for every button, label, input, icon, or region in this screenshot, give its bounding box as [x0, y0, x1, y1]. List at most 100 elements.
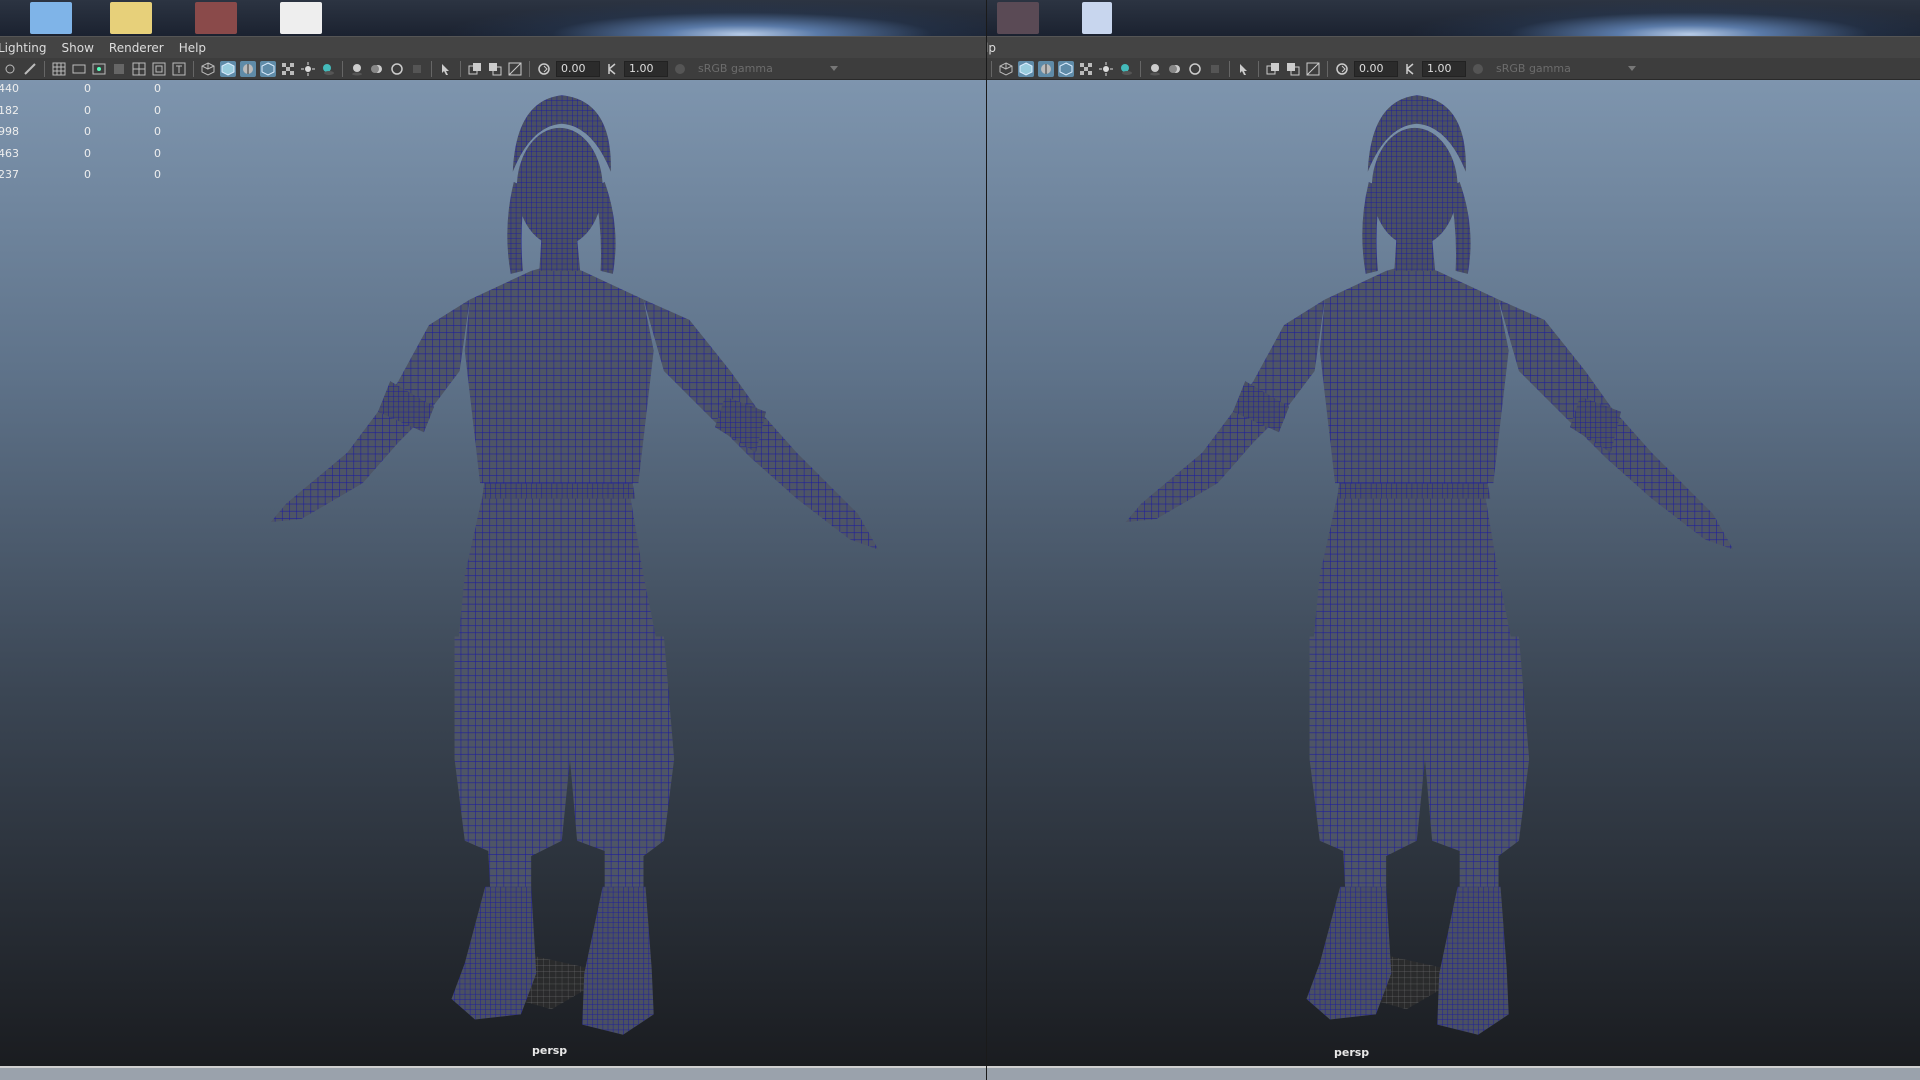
toolbar-separator — [431, 60, 432, 77]
hud-value: 0 — [84, 146, 91, 160]
ambient-occlusion-icon[interactable] — [1147, 61, 1163, 77]
smooth-shade-icon[interactable] — [220, 60, 236, 77]
field-chart-icon[interactable] — [131, 61, 147, 77]
toolbar-separator — [193, 60, 194, 77]
hud-value: 182 — [0, 103, 19, 117]
camera-label: persp — [532, 1044, 568, 1057]
toolbar-separator — [1229, 60, 1230, 77]
checker-icon[interactable] — [280, 61, 296, 77]
color-space-select[interactable]: sRGB gamma — [692, 60, 842, 77]
smooth-shade-icon[interactable] — [1018, 60, 1034, 77]
toolbar-separator — [342, 60, 343, 77]
hud-value: 998 — [0, 125, 19, 138]
light-icon[interactable] — [300, 61, 316, 77]
xray-joints-icon[interactable] — [1285, 61, 1301, 77]
thumbnail[interactable] — [280, 2, 322, 34]
resolution-gate-icon[interactable] — [91, 61, 107, 77]
shadows-icon[interactable] — [320, 61, 336, 77]
viewport-3d-back[interactable]: persp — [987, 80, 1920, 1066]
hud-value: 0 — [84, 82, 91, 95]
thumbnail[interactable] — [1082, 2, 1112, 34]
wireframe-on-shaded-icon[interactable] — [240, 60, 256, 77]
hud-value: 237 — [0, 168, 19, 181]
motion-blur-icon[interactable] — [1167, 61, 1183, 77]
character-mesh-back[interactable] — [1067, 85, 1787, 1045]
xray-icon[interactable] — [1265, 61, 1281, 77]
toolbar-separator — [1140, 60, 1141, 77]
hud-row: 463 0 0 — [0, 145, 180, 167]
wireframe-on-shaded-icon[interactable] — [1038, 60, 1054, 77]
xray-joints-icon[interactable] — [487, 61, 503, 77]
panel-menu-bar: lp — [987, 36, 1920, 58]
pencil-icon[interactable] — [22, 61, 38, 77]
shadows-icon[interactable] — [1118, 61, 1134, 77]
gamma-field[interactable]: 1.00 — [624, 60, 668, 77]
anti-alias-icon[interactable] — [389, 61, 405, 77]
hud-value: 0 — [84, 125, 91, 138]
toolbar-separator — [1258, 60, 1259, 77]
thumbnail[interactable] — [195, 2, 237, 34]
exposure-field[interactable]: 0.00 — [1354, 60, 1398, 77]
color-management-icon[interactable] — [672, 61, 688, 77]
exposure-icon[interactable] — [536, 61, 552, 77]
right-viewport-panel: lp 0.00 1.00 sRGB gamma — [987, 0, 1920, 1080]
safe-action-icon[interactable] — [151, 61, 167, 77]
exposure-icon[interactable] — [1334, 61, 1350, 77]
grid-icon[interactable] — [51, 61, 67, 77]
thumbnail[interactable] — [110, 2, 152, 34]
exposure-field[interactable]: 0.00 — [556, 60, 600, 77]
film-gate-icon[interactable] — [71, 61, 87, 77]
cube-icon[interactable] — [998, 61, 1014, 77]
chevron-down-icon — [1628, 65, 1636, 71]
anti-alias-icon[interactable] — [1187, 61, 1203, 77]
toolbar-separator — [991, 60, 992, 77]
select-camera-icon[interactable] — [2, 61, 18, 77]
depth-of-field-icon[interactable] — [1207, 61, 1223, 77]
hud-value: 0 — [154, 82, 161, 95]
hud-value: 0 — [154, 125, 161, 138]
textured-icon[interactable] — [260, 60, 276, 77]
camera-label: persp — [1334, 1046, 1370, 1059]
xray-icon[interactable] — [467, 61, 483, 77]
hud-value: 0 — [84, 103, 91, 117]
viewport-status-bar — [0, 1066, 986, 1080]
motion-blur-icon[interactable] — [369, 61, 385, 77]
hud-row: 237 0 0 — [0, 166, 180, 188]
menu-show[interactable]: Show — [62, 41, 94, 55]
cube-icon[interactable] — [200, 61, 216, 77]
checker-icon[interactable] — [1078, 61, 1094, 77]
isolate-icon[interactable] — [438, 61, 454, 77]
isolate-icon[interactable] — [1236, 61, 1252, 77]
hud-value: 0 — [84, 168, 91, 181]
menu-lighting[interactable]: Lighting — [0, 41, 47, 55]
color-space-value: sRGB gamma — [698, 61, 773, 75]
xray-components-icon[interactable] — [1305, 61, 1321, 77]
panel-toolbar: 0.00 1.00 sRGB gamma — [0, 58, 986, 80]
menu-renderer[interactable]: Renderer — [109, 41, 164, 55]
safe-title-icon[interactable] — [171, 61, 187, 77]
gamma-icon[interactable] — [1402, 61, 1418, 77]
character-mesh-front[interactable] — [212, 85, 932, 1045]
ambient-occlusion-icon[interactable] — [349, 61, 365, 77]
menu-help[interactable]: Help — [179, 41, 206, 55]
gamma-icon[interactable] — [604, 61, 620, 77]
gate-mask-icon[interactable] — [111, 61, 127, 77]
hud-value: 0 — [154, 168, 161, 181]
thumbnail[interactable] — [30, 2, 72, 34]
textured-icon[interactable] — [1058, 60, 1074, 77]
xray-components-icon[interactable] — [507, 61, 523, 77]
thumbnail-strip — [987, 0, 1920, 36]
hud-value: 0 — [154, 103, 161, 117]
light-icon[interactable] — [1098, 61, 1114, 77]
menu-help[interactable]: lp — [987, 41, 996, 55]
color-management-icon[interactable] — [1470, 61, 1486, 77]
left-viewport-panel: Lighting Show Renderer Help 0.00 1.00 sR… — [0, 0, 986, 1080]
depth-of-field-icon[interactable] — [409, 61, 425, 77]
color-space-value: sRGB gamma — [1496, 61, 1571, 75]
color-space-select[interactable]: sRGB gamma — [1490, 60, 1640, 77]
viewport-3d-front[interactable]: 440 0 0 182 0 0 998 0 0 463 0 0 237 0 0 … — [0, 80, 986, 1066]
gamma-field[interactable]: 1.00 — [1422, 60, 1466, 77]
hud-value: 0 — [154, 146, 161, 160]
hud-row: 998 0 0 — [0, 123, 180, 145]
thumbnail[interactable] — [997, 2, 1039, 34]
